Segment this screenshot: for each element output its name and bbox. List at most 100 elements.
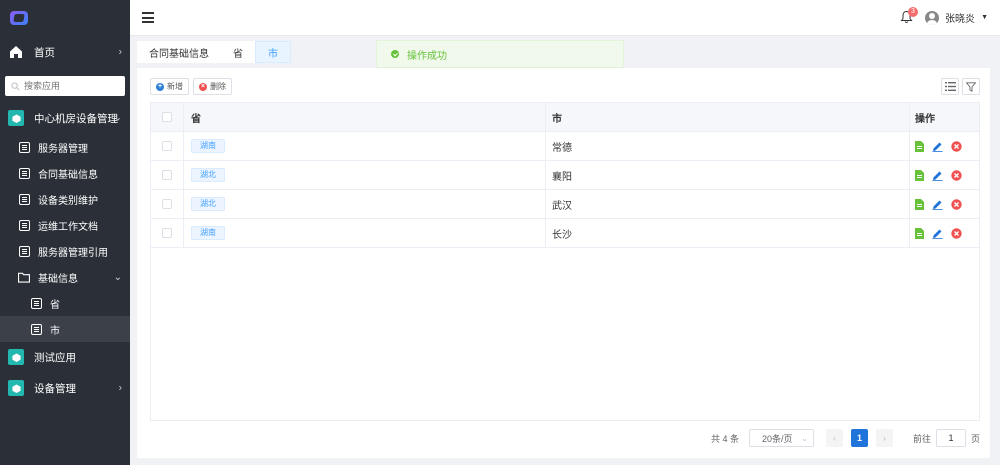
table-row: 湖北 襄阳 (151, 161, 979, 190)
view-document-icon[interactable] (915, 198, 924, 210)
app-logo[interactable] (0, 0, 130, 36)
sidebar-item-city[interactable]: 市 (0, 316, 130, 342)
table-tools (941, 78, 980, 95)
plus-icon: + (156, 82, 164, 91)
column-header-actions: 操作 (915, 113, 935, 125)
sidebar-item-label: 运维工作文档 (38, 221, 98, 233)
folder-icon (18, 271, 30, 283)
list-icon (18, 141, 30, 153)
list-icon (18, 245, 30, 257)
sidebar-item-label: 设备管理 (34, 382, 76, 395)
main-panel: + 新增 × 删除 省 市 操作 湖南 常德 湖北 襄阳 湖北 武汉 湖南 长沙 共 4 条 … (137, 68, 990, 458)
sidebar-item-server-ref[interactable]: 服务器管理引用 (0, 238, 130, 264)
sidebar-item-contract-info[interactable]: 合同基础信息 (0, 160, 130, 186)
top-header: 3 张晓炎 ▼ (130, 0, 1000, 36)
city-cell: 襄阳 (546, 161, 910, 189)
column-list-button[interactable] (941, 78, 959, 95)
sidebar-item-label: 市 (50, 325, 60, 337)
column-header-city: 市 (546, 103, 910, 131)
list-icon (30, 323, 42, 335)
list-icon (18, 193, 30, 205)
logo-icon (10, 11, 28, 25)
sidebar-item-label: 基础信息 (38, 273, 78, 285)
sidebar-item-server-mgmt[interactable]: 服务器管理 (0, 134, 130, 160)
sidebar-item-label: 测试应用 (34, 351, 76, 364)
search-icon (11, 81, 20, 90)
goto-page-input[interactable] (935, 429, 966, 447)
view-document-icon[interactable] (915, 140, 924, 152)
filter-icon (966, 81, 976, 92)
filter-button[interactable] (962, 78, 980, 95)
edit-icon[interactable] (932, 141, 943, 152)
province-tag: 湖北 (191, 168, 225, 182)
chevron-down-icon: ⌄ (113, 271, 122, 283)
sidebar-item-test-app[interactable]: 测试应用 (0, 342, 130, 372)
view-document-icon[interactable] (915, 169, 924, 181)
cube-icon (8, 349, 24, 365)
delete-icon[interactable] (951, 198, 962, 210)
success-toast: 操作成功 (376, 40, 624, 68)
select-all-checkbox[interactable] (162, 112, 172, 122)
tab-city[interactable]: 市 (255, 41, 291, 63)
page-number-current[interactable]: 1 (850, 429, 868, 447)
city-cell: 常德 (546, 132, 910, 160)
page-size-select[interactable]: 20条/页 ⌄ (748, 429, 814, 447)
page-tabs: 合同基础信息 省 市 (137, 41, 291, 63)
sidebar-item-ops-docs[interactable]: 运维工作文档 (0, 212, 130, 238)
view-document-icon[interactable] (915, 227, 924, 239)
menu-toggle-icon[interactable] (142, 12, 154, 23)
toolbar: + 新增 × 删除 (150, 78, 232, 95)
province-tag: 湖南 (191, 226, 225, 240)
chevron-right-icon: › (118, 382, 122, 394)
table-row: 湖北 武汉 (151, 190, 979, 219)
goto-label: 前往 (912, 433, 931, 444)
sidebar-item-home[interactable]: 首页 › (0, 36, 130, 68)
row-checkbox[interactable] (162, 141, 172, 151)
user-menu[interactable]: 张晓炎 ▼ (925, 10, 988, 25)
cube-icon (8, 380, 24, 396)
delete-icon[interactable] (951, 140, 962, 152)
sidebar-group-basic-info[interactable]: 基础信息 ⌄ (0, 264, 130, 290)
total-count: 共 4 条 (710, 433, 739, 444)
next-page-button[interactable]: › (875, 429, 893, 447)
edit-icon[interactable] (932, 228, 943, 239)
province-tag: 湖南 (191, 139, 225, 153)
sidebar-item-device-category[interactable]: 设备类别维护 (0, 186, 130, 212)
delete-icon[interactable] (951, 169, 962, 181)
list-icon (18, 167, 30, 179)
table-row: 湖南 常德 (151, 132, 979, 161)
city-cell: 长沙 (546, 219, 910, 247)
add-button-label: 新增 (167, 82, 183, 91)
edit-icon[interactable] (932, 170, 943, 181)
search-apps-input[interactable] (24, 81, 124, 91)
chevron-down-icon: ⌄ (113, 112, 122, 124)
sidebar-item-label: 首页 (34, 46, 55, 59)
delete-button[interactable]: × 删除 (193, 78, 232, 95)
row-checkbox[interactable] (162, 199, 172, 209)
delete-icon[interactable] (951, 227, 962, 239)
sidebar-item-label: 服务器管理 (38, 143, 88, 155)
home-icon (8, 44, 24, 60)
prev-page-button[interactable]: ‹ (825, 429, 843, 447)
check-circle-icon (391, 50, 399, 58)
sidebar-item-device-mgmt[interactable]: 设备管理 › (0, 372, 130, 404)
tab-province[interactable]: 省 (221, 41, 255, 63)
add-button[interactable]: + 新增 (150, 78, 189, 95)
table-row: 湖南 长沙 (151, 219, 979, 248)
row-checkbox[interactable] (162, 228, 172, 238)
sidebar-item-province[interactable]: 省 (0, 290, 130, 316)
data-table: 省 市 操作 湖南 常德 湖北 襄阳 湖北 武汉 湖南 长沙 (150, 102, 980, 421)
chevron-right-icon: › (118, 46, 122, 58)
delete-button-label: 删除 (210, 82, 226, 91)
goto-page: 前往 页 (913, 429, 980, 447)
page-size-value: 20条/页 (761, 433, 793, 444)
list-icon (18, 219, 30, 231)
notification-badge: 3 (908, 7, 918, 17)
sidebar-group-datacenter[interactable]: 中心机房设备管理 ⌄ (0, 102, 130, 134)
sidebar-item-label: 合同基础信息 (38, 169, 98, 181)
edit-icon[interactable] (932, 199, 943, 210)
chevron-down-icon: ⌄ (801, 433, 808, 443)
search-apps-input-wrapper[interactable] (5, 76, 125, 96)
row-checkbox[interactable] (162, 170, 172, 180)
tab-contract-info[interactable]: 合同基础信息 (137, 41, 221, 63)
